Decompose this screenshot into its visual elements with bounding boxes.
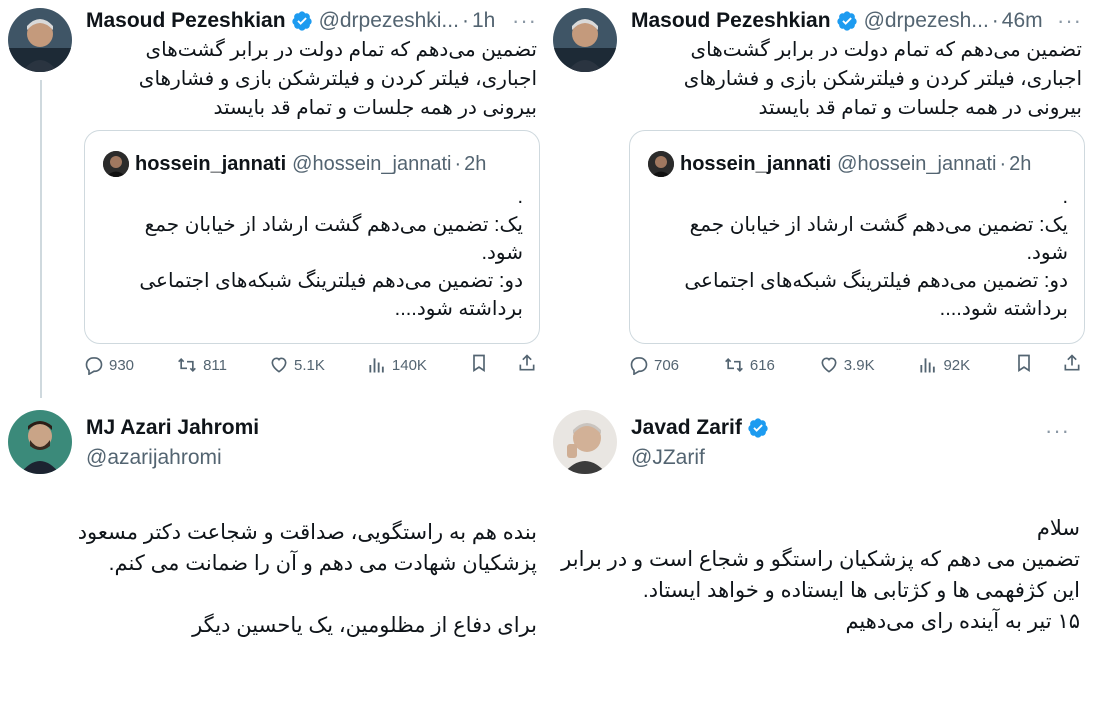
tweet-header: Masoud Pezeshkian @drpezeshki... · 1h ··…	[86, 6, 537, 36]
more-icon[interactable]: ···	[512, 8, 537, 34]
profile-name-text: Javad Zarif	[631, 416, 742, 439]
verified-icon	[291, 10, 313, 32]
retweet-button[interactable]: 616	[723, 355, 775, 375]
quote-header: hossein_jannati @hossein_jannati · 2h	[103, 151, 486, 177]
avatar[interactable]	[8, 410, 72, 474]
like-count: 5.1K	[294, 356, 325, 374]
thread-line	[40, 80, 42, 398]
separator-dot: ·	[461, 9, 469, 32]
retweet-icon	[176, 355, 198, 375]
views-icon	[918, 355, 938, 375]
reply-icon	[84, 355, 104, 375]
views-count: 140K	[391, 356, 427, 374]
like-button[interactable]: 5.1K	[269, 355, 325, 375]
quote-tweet[interactable]: hossein_jannati @hossein_jannati · 2h . …	[629, 130, 1085, 344]
reply-button[interactable]: 930	[84, 355, 134, 375]
views-button[interactable]: 92K	[918, 355, 970, 375]
quote-text: . یک: تضمین می‌دهم گشت ارشاد از خیابان ج…	[684, 186, 1068, 320]
quote-author-handle: @hossein_jannati	[292, 152, 452, 175]
views-icon	[367, 355, 387, 375]
more-icon[interactable]: ···	[1045, 418, 1070, 444]
share-icon[interactable]	[1062, 353, 1082, 377]
profile-handle[interactable]: @JZarif	[631, 446, 705, 470]
views-button[interactable]: 140K	[367, 355, 427, 375]
quote-avatar	[648, 151, 674, 177]
quote-timestamp: 2h	[1009, 152, 1032, 175]
action-bar-end	[1014, 353, 1082, 377]
quote-avatar	[103, 151, 129, 177]
separator-dot: ·	[999, 152, 1007, 175]
retweet-count: 616	[749, 356, 775, 374]
statement-text: بنده هم به راستگویی، صداقت و شجاعت دکتر …	[77, 521, 537, 637]
quote-author-name: hossein_jannati	[680, 152, 832, 175]
tweet-text: تضمین می‌دهم که تمام دولت در برابر گشت‌ه…	[683, 39, 1082, 119]
action-bar-end	[469, 353, 537, 377]
quote-timestamp: 2h	[464, 152, 487, 175]
author-name[interactable]: Masoud Pezeshkian	[86, 9, 286, 33]
timestamp[interactable]: 1h	[472, 9, 495, 33]
profile-handle[interactable]: @azarijahromi	[86, 446, 222, 470]
quote-text: . یک: تضمین می‌دهم گشت ارشاد از خیابان ج…	[139, 186, 523, 320]
author-handle[interactable]: @drpezeshki...	[319, 9, 459, 33]
left-panel: Masoud Pezeshkian @drpezeshki... · 1h ··…	[0, 0, 545, 706]
quote-author-handle: @hossein_jannati	[837, 152, 997, 175]
reply-button[interactable]: 706	[629, 355, 679, 375]
reply-icon	[629, 355, 649, 375]
quote-author-name: hossein_jannati	[135, 152, 287, 175]
retweet-button[interactable]: 811	[176, 355, 227, 375]
quote-header: hossein_jannati @hossein_jannati · 2h	[648, 151, 1031, 177]
action-bar: 930 811 5.1K 140K	[84, 350, 537, 380]
retweet-icon	[723, 355, 745, 375]
timestamp[interactable]: 46m	[1002, 9, 1043, 33]
statement-text: سلام تضمین می دهم که پزشکیان راستگو و شج…	[561, 517, 1080, 633]
like-icon	[819, 355, 839, 375]
avatar[interactable]	[553, 410, 617, 474]
separator-dot: ·	[991, 9, 999, 32]
right-panel: Masoud Pezeshkian @drpezesh... · 46m ···…	[545, 0, 1090, 706]
like-button[interactable]: 3.9K	[819, 355, 875, 375]
avatar[interactable]	[553, 8, 617, 72]
author-handle[interactable]: @drpezesh...	[864, 9, 989, 33]
profile-name[interactable]: Javad Zarif	[631, 416, 769, 440]
quote-tweet[interactable]: hossein_jannati @hossein_jannati · 2h . …	[84, 130, 540, 344]
share-icon[interactable]	[517, 353, 537, 377]
action-bar: 706 616 3.9K 92K	[629, 350, 1082, 380]
like-icon	[269, 355, 289, 375]
reply-count: 706	[654, 356, 680, 374]
verified-icon	[836, 10, 858, 32]
retweet-count: 811	[203, 356, 227, 374]
verified-icon	[747, 417, 769, 439]
bookmark-icon[interactable]	[469, 353, 489, 377]
views-count: 92K	[943, 356, 971, 374]
tweet-header: Masoud Pezeshkian @drpezesh... · 46m ···	[631, 6, 1082, 36]
author-name[interactable]: Masoud Pezeshkian	[631, 9, 831, 33]
bookmark-icon[interactable]	[1014, 353, 1034, 377]
like-count: 3.9K	[843, 356, 875, 374]
separator-dot: ·	[454, 152, 462, 175]
tweet-text: تضمین می‌دهم که تمام دولت در برابر گشت‌ه…	[138, 39, 537, 119]
more-icon[interactable]: ···	[1057, 8, 1082, 34]
reply-count: 930	[109, 356, 135, 374]
avatar[interactable]	[8, 8, 72, 72]
profile-name[interactable]: MJ Azari Jahromi	[86, 416, 259, 440]
